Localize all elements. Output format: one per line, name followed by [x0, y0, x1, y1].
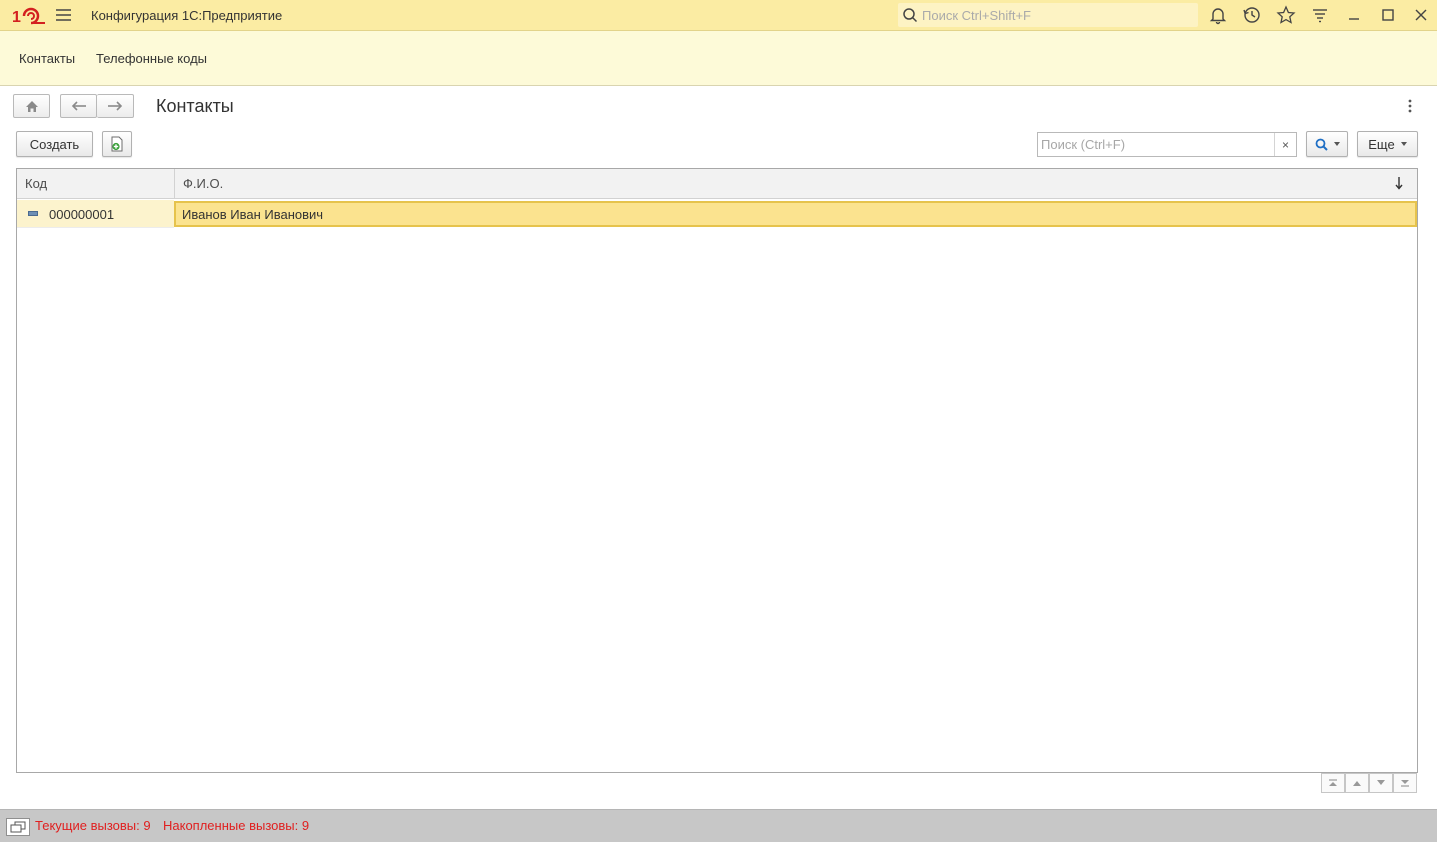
scroll-to-top-button[interactable]: [1321, 773, 1345, 793]
more-vertical-icon[interactable]: [1404, 98, 1416, 114]
star-icon[interactable]: [1276, 5, 1296, 25]
chevron-down-icon: [1333, 142, 1340, 146]
menu-icon[interactable]: [55, 8, 72, 22]
section-phone-codes[interactable]: Телефонные коды: [96, 51, 207, 66]
column-header-code[interactable]: Код: [17, 169, 174, 198]
bell-icon[interactable]: [1208, 5, 1228, 25]
clear-search-button[interactable]: ×: [1274, 133, 1296, 156]
scroll-to-bottom-button[interactable]: [1393, 773, 1417, 793]
title-bar: 1 Конфигурация 1С:Предприятие Поиск Ctrl…: [0, 0, 1437, 31]
column-header-name-label: Ф.И.О.: [183, 176, 224, 191]
back-button[interactable]: [60, 94, 97, 118]
svg-text:1: 1: [12, 9, 21, 26]
maximize-icon[interactable]: [1378, 5, 1398, 25]
sections-panel: Контакты Телефонные коды: [0, 31, 1437, 86]
forward-button[interactable]: [97, 94, 134, 118]
cell-code[interactable]: 000000001: [17, 200, 174, 228]
search-icon: [1315, 138, 1328, 151]
home-button[interactable]: [13, 94, 50, 118]
windows-icon[interactable]: [6, 818, 30, 836]
history-icon[interactable]: [1242, 5, 1262, 25]
cell-name[interactable]: Иванов Иван Иванович: [174, 201, 1417, 227]
global-search-placeholder: Поиск Ctrl+Shift+F: [922, 7, 1031, 23]
more-button-label: Еще: [1368, 136, 1395, 152]
windows-list-icon: [10, 821, 26, 833]
home-icon: [25, 100, 38, 112]
global-search-input[interactable]: Поиск Ctrl+Shift+F: [898, 3, 1198, 27]
column-header-code-label: Код: [25, 176, 48, 191]
scroll-up-icon: [1353, 781, 1361, 786]
scroll-bottom-icon: [1401, 780, 1409, 787]
create-button-label: Создать: [29, 136, 80, 152]
list-search-input[interactable]: [1038, 133, 1274, 156]
create-button[interactable]: Создать: [16, 131, 93, 157]
contacts-table: Код Ф.И.О. 000000001 Иванов Иван Иванови…: [16, 168, 1418, 773]
table-header: Код Ф.И.О.: [17, 169, 1417, 199]
chevron-down-icon: [1400, 142, 1407, 146]
close-icon[interactable]: [1411, 5, 1431, 25]
scroll-up-button[interactable]: [1345, 773, 1369, 793]
current-calls-status: Текущие вызовы: 9: [35, 818, 151, 833]
arrow-right-icon: [108, 101, 123, 111]
scroll-down-icon: [1377, 780, 1385, 785]
catalog-item-icon: [28, 211, 38, 216]
table-row[interactable]: 000000001 Иванов Иван Иванович: [17, 200, 1417, 228]
more-button[interactable]: Еще: [1357, 131, 1418, 157]
arrow-left-icon: [71, 101, 86, 111]
app-title: Конфигурация 1С:Предприятие: [91, 8, 283, 23]
document-add-icon: [111, 136, 123, 152]
status-bar: Текущие вызовы: 9 Накопленные вызовы: 9: [0, 809, 1437, 842]
create-copy-button[interactable]: [102, 131, 132, 157]
1c-logo-icon[interactable]: 1: [12, 6, 46, 26]
clear-icon: ×: [1281, 137, 1289, 152]
funnel-icon[interactable]: [1310, 5, 1330, 25]
sort-descending-icon: [1395, 177, 1403, 190]
accumulated-calls-status: Накопленные вызовы: 9: [163, 818, 310, 833]
scroll-top-icon: [1329, 779, 1337, 786]
section-contacts[interactable]: Контакты: [19, 51, 75, 66]
cell-code-text: 000000001: [49, 207, 115, 222]
search-options-button[interactable]: [1306, 131, 1348, 157]
search-icon: [903, 8, 918, 23]
cell-name-text: Иванов Иван Иванович: [182, 206, 324, 222]
page-title: Контакты: [156, 96, 234, 116]
column-header-name[interactable]: Ф.И.О.: [175, 169, 1417, 198]
minimize-icon[interactable]: [1344, 5, 1364, 25]
list-search-field[interactable]: ×: [1037, 132, 1297, 157]
scroll-down-button[interactable]: [1369, 773, 1393, 793]
